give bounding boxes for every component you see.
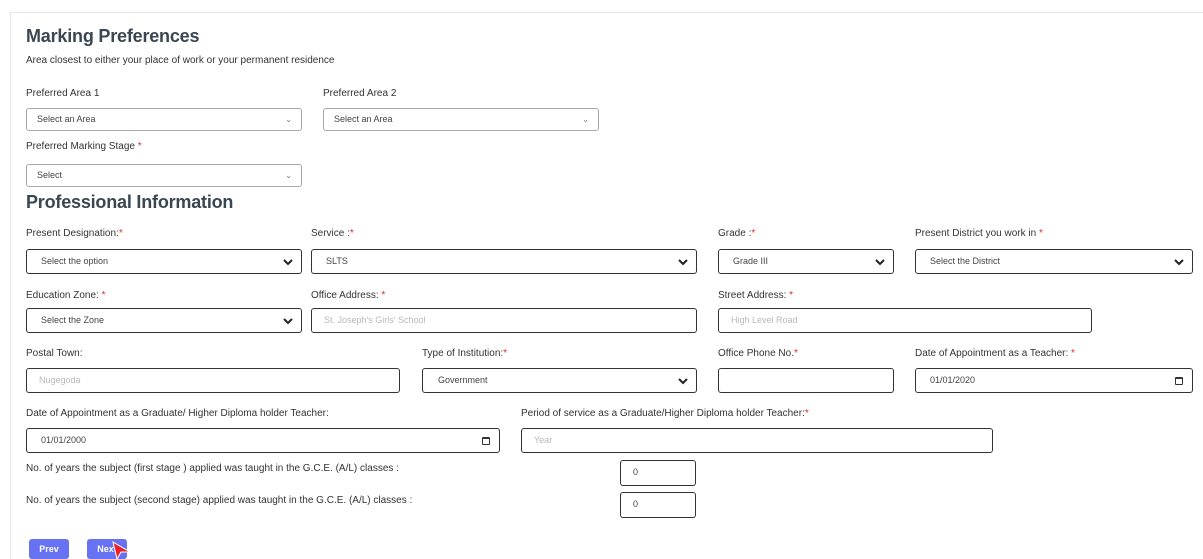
form-container bbox=[10, 12, 1203, 559]
required-marker: * bbox=[349, 228, 354, 239]
district-label: Present District you work in * bbox=[915, 228, 1043, 239]
office-address-placeholder: St. Joseph's Girls' School bbox=[324, 315, 426, 325]
years-second-value: 0 bbox=[633, 499, 639, 509]
service-period-placeholder: Year bbox=[534, 435, 553, 445]
calendar-icon[interactable] bbox=[482, 437, 490, 445]
required-marker: * bbox=[793, 348, 798, 359]
stage-select[interactable]: Select ⌄ bbox=[26, 164, 302, 187]
appointment-teacher-label: Date of Appointment as a Teacher: * bbox=[915, 348, 1075, 359]
stage-value: Select bbox=[37, 170, 63, 180]
chevron-down-icon: ⌄ bbox=[285, 171, 292, 180]
required-marker: * bbox=[1071, 348, 1075, 359]
years-second-label: No. of years the subject (second stage) … bbox=[26, 495, 413, 506]
institution-label: Type of Institution:* bbox=[422, 348, 507, 359]
zone-select[interactable]: Select the Zone bbox=[26, 308, 302, 333]
district-value: Select the District bbox=[930, 256, 1001, 266]
stage-label: Preferred Marking Stage * bbox=[26, 141, 142, 152]
designation-select[interactable]: Select the option bbox=[26, 249, 302, 274]
zone-label-text: Education Zone: bbox=[26, 290, 99, 301]
required-marker: * bbox=[381, 290, 386, 301]
years-first-input[interactable]: 0 bbox=[620, 460, 696, 486]
institution-value: Government bbox=[438, 375, 488, 385]
grade-select[interactable]: Grade III bbox=[718, 249, 894, 274]
district-select[interactable]: Select the District bbox=[915, 249, 1193, 274]
grade-value: Grade III bbox=[733, 256, 769, 266]
service-label: Service :* bbox=[311, 228, 354, 239]
appointment-teacher-value: 01/01/2020 bbox=[930, 375, 976, 385]
office-phone-label-text: Office Phone No. bbox=[718, 348, 794, 359]
district-label-text: Present District you work in bbox=[915, 228, 1037, 239]
appointment-teacher-label-text: Date of Appointment as a Teacher: bbox=[915, 348, 1069, 359]
required-marker: * bbox=[751, 228, 756, 239]
years-second-input[interactable]: 0 bbox=[620, 492, 696, 518]
required-marker: * bbox=[1038, 228, 1043, 239]
required-marker: * bbox=[789, 290, 794, 301]
area1-label: Preferred Area 1 bbox=[26, 88, 100, 99]
designation-value: Select the option bbox=[41, 256, 109, 266]
required-marker: * bbox=[503, 348, 508, 359]
chevron-down-icon bbox=[678, 259, 688, 266]
professional-title: Professional Information bbox=[26, 192, 234, 212]
marking-subtitle: Area closest to either your place of wor… bbox=[26, 55, 335, 66]
area2-value: Select an Area bbox=[334, 114, 393, 124]
required-marker: * bbox=[118, 228, 123, 239]
chevron-down-icon bbox=[283, 318, 293, 325]
service-period-input[interactable]: Year bbox=[521, 428, 993, 453]
appointment-graduate-value: 01/01/2000 bbox=[41, 435, 87, 445]
area2-label: Preferred Area 2 bbox=[323, 88, 397, 99]
office-address-label-text: Office Address: bbox=[311, 290, 379, 301]
postal-town-input[interactable]: Nugegoda bbox=[26, 368, 400, 393]
prev-button[interactable]: Prev bbox=[29, 539, 69, 559]
street-address-placeholder: High Level Road bbox=[731, 315, 798, 325]
chevron-down-icon bbox=[678, 378, 688, 385]
appointment-graduate-date-input[interactable]: 01/01/2000 bbox=[26, 428, 500, 453]
grade-label: Grade :* bbox=[718, 228, 755, 239]
stage-label-text: Preferred Marking Stage bbox=[26, 141, 135, 152]
required-marker: * bbox=[137, 141, 142, 152]
zone-label: Education Zone: * bbox=[26, 290, 106, 301]
service-label-text: Service : bbox=[311, 228, 350, 239]
area2-select[interactable]: Select an Area ⌄ bbox=[323, 108, 599, 131]
area1-value: Select an Area bbox=[37, 114, 96, 124]
postal-town-placeholder: Nugegoda bbox=[39, 375, 81, 385]
years-first-label: No. of years the subject (first stage ) … bbox=[26, 463, 399, 474]
chevron-down-icon bbox=[875, 259, 885, 266]
street-address-label: Street Address: * bbox=[718, 290, 793, 301]
designation-label: Present Designation:* bbox=[26, 228, 123, 239]
appointment-graduate-label: Date of Appointment as a Graduate/ Highe… bbox=[26, 408, 329, 419]
service-period-label-text: Period of service as a Graduate/Higher D… bbox=[521, 408, 805, 419]
marking-title: Marking Preferences bbox=[26, 26, 200, 46]
zone-value: Select the Zone bbox=[41, 315, 105, 325]
office-phone-input[interactable] bbox=[718, 368, 894, 393]
street-address-label-text: Street Address: bbox=[718, 290, 787, 301]
years-first-value: 0 bbox=[633, 467, 639, 477]
service-period-label: Period of service as a Graduate/Higher D… bbox=[521, 408, 809, 419]
office-phone-label: Office Phone No.* bbox=[718, 348, 798, 359]
designation-label-text: Present Designation: bbox=[26, 228, 119, 239]
grade-label-text: Grade : bbox=[718, 228, 752, 239]
chevron-down-icon bbox=[283, 259, 293, 266]
service-select[interactable]: SLTS bbox=[311, 249, 697, 274]
service-value: SLTS bbox=[326, 256, 348, 266]
street-address-input[interactable]: High Level Road bbox=[718, 308, 1092, 333]
office-address-label: Office Address: * bbox=[311, 290, 385, 301]
required-marker: * bbox=[101, 290, 106, 301]
area1-select[interactable]: Select an Area ⌄ bbox=[26, 108, 302, 131]
mouse-cursor-icon bbox=[112, 540, 132, 559]
required-marker: * bbox=[804, 408, 809, 419]
appointment-teacher-date-input[interactable]: 01/01/2020 bbox=[915, 368, 1193, 393]
chevron-down-icon: ⌄ bbox=[582, 115, 589, 124]
institution-label-text: Type of Institution: bbox=[422, 348, 504, 359]
chevron-down-icon bbox=[1174, 259, 1184, 266]
institution-select[interactable]: Government bbox=[422, 368, 697, 393]
office-address-input[interactable]: St. Joseph's Girls' School bbox=[311, 308, 697, 333]
calendar-icon[interactable] bbox=[1175, 377, 1183, 385]
chevron-down-icon: ⌄ bbox=[285, 115, 292, 124]
postal-town-label: Postal Town: bbox=[26, 348, 83, 359]
